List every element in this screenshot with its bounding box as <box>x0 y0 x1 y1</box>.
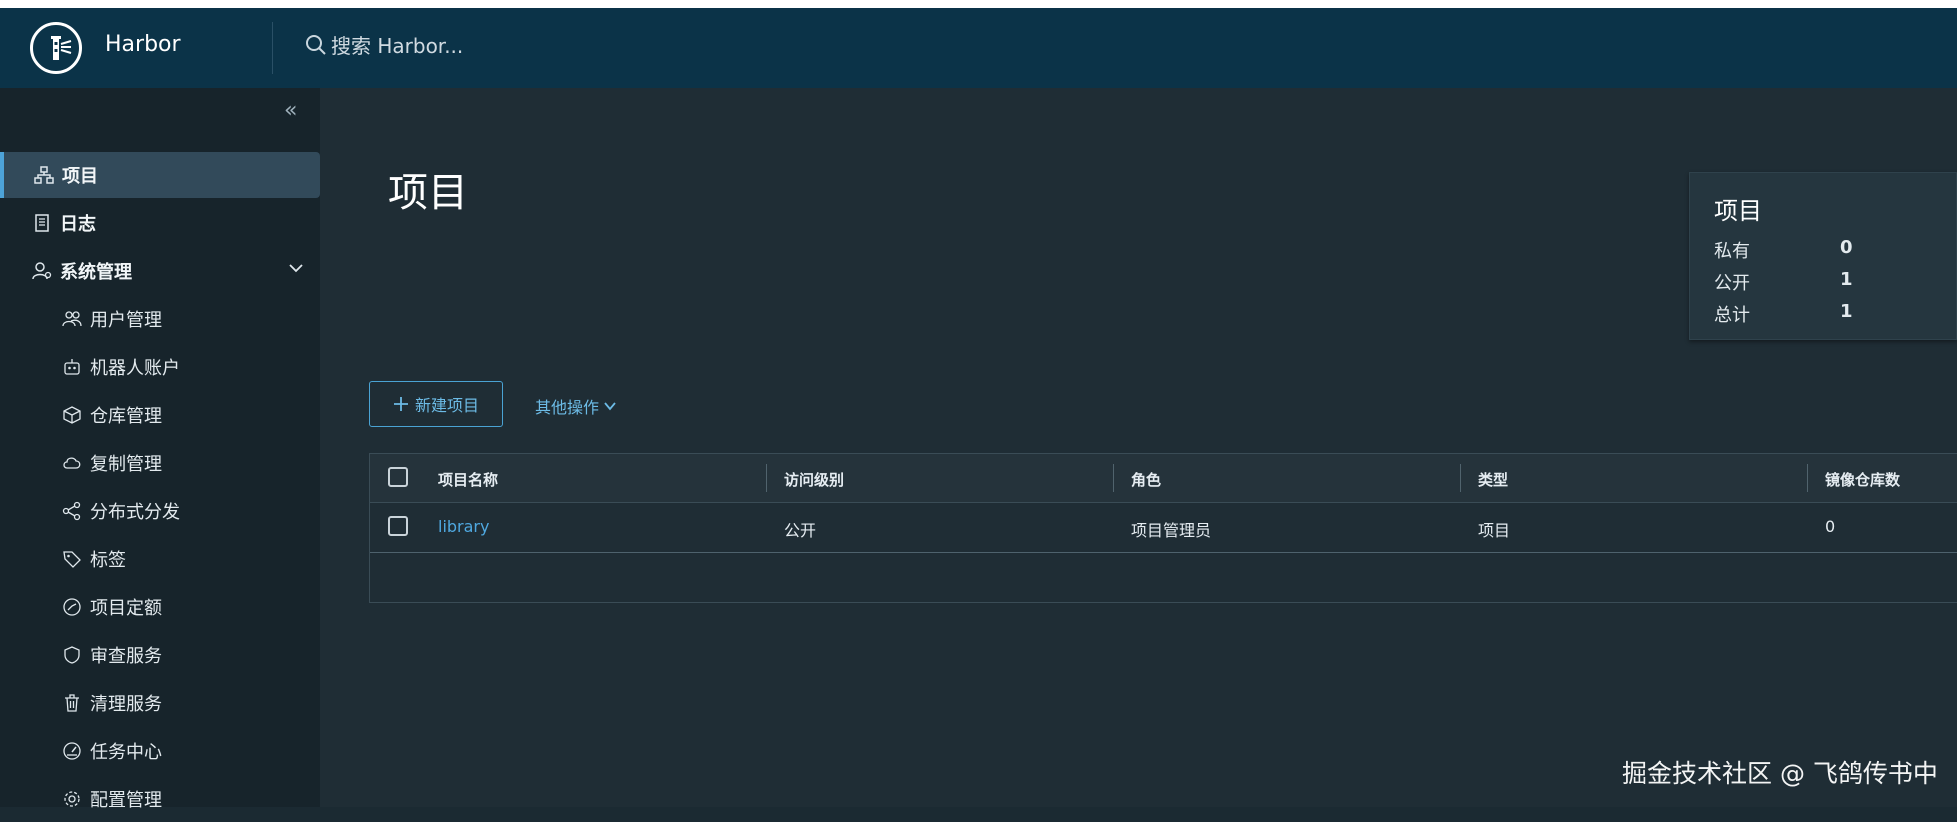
summary-title: 项目 <box>1714 197 1762 225</box>
column-header-access[interactable]: 访问级别 <box>784 469 844 490</box>
sidebar-item-jobs[interactable]: 任务中心 <box>0 728 320 774</box>
role-cell: 项目管理员 <box>1131 521 1212 540</box>
summary-label: 总计 <box>1714 305 1750 326</box>
column-header-type[interactable]: 类型 <box>1478 469 1508 490</box>
summary-value: 0 <box>1840 237 1853 258</box>
registry-icon <box>60 403 84 427</box>
shield-icon <box>60 643 84 667</box>
projects-icon <box>32 163 56 187</box>
collapse-sidebar-icon[interactable]: « <box>284 98 297 123</box>
app-header: Harbor 搜索 Harbor... <box>0 8 1957 88</box>
table-header: 项目名称 访问级别 角色 类型 镜像仓库数 <box>370 454 1957 503</box>
replication-icon <box>60 451 84 475</box>
global-search[interactable]: 搜索 Harbor... <box>305 30 463 59</box>
chevron-down-icon <box>604 402 616 411</box>
column-header-role[interactable]: 角色 <box>1131 469 1161 490</box>
summary-label: 私有 <box>1714 241 1750 262</box>
users-icon <box>60 307 84 331</box>
new-project-button[interactable]: 新建项目 <box>369 381 503 427</box>
summary-row-public: 公开 1 <box>1714 269 1934 295</box>
column-separator[interactable] <box>1113 464 1114 492</box>
sidebar-item-interrogation[interactable]: 审查服务 <box>0 632 320 678</box>
sidebar-item-logs[interactable]: 日志 <box>0 200 320 246</box>
sidebar-item-cleanup[interactable]: 清理服务 <box>0 680 320 726</box>
top-strip <box>0 0 1957 8</box>
project-name-link[interactable]: library <box>438 517 489 536</box>
page-title: 项目 <box>388 170 468 216</box>
sidebar-item-label: 系统管理 <box>60 262 132 283</box>
harbor-logo[interactable] <box>30 22 82 74</box>
watermark: 掘金技术社区 @ 飞鸽传书中 <box>1622 759 1938 788</box>
access-level-cell: 公开 <box>784 521 817 540</box>
brand-name[interactable]: Harbor <box>105 32 181 57</box>
select-all-checkbox[interactable] <box>388 467 408 487</box>
admin-icon <box>30 259 54 283</box>
column-separator[interactable] <box>1807 464 1808 492</box>
sidebar-item-labels[interactable]: 标签 <box>0 536 320 582</box>
search-input[interactable]: 搜索 Harbor... <box>331 30 463 59</box>
chevron-down-icon[interactable] <box>288 260 304 281</box>
new-project-label: 新建项目 <box>414 396 479 415</box>
dashboard-icon <box>60 739 84 763</box>
share-icon <box>60 499 84 523</box>
sidebar-item-label: 任务中心 <box>90 742 162 763</box>
column-separator[interactable] <box>766 464 767 492</box>
project-summary-card: 项目 私有 0 公开 1 总计 1 <box>1689 172 1957 340</box>
header-divider <box>272 22 273 74</box>
column-separator[interactable] <box>1460 464 1461 492</box>
summary-row-total: 总计 1 <box>1714 301 1934 327</box>
logs-icon <box>30 211 54 235</box>
sidebar-item-quotas[interactable]: 项目定额 <box>0 584 320 630</box>
more-actions-dropdown[interactable]: 其他操作 <box>535 394 617 418</box>
sidebar: « 项目 日志 系统管理 用户管理 机器人账户 仓库管理 复制管理 分布式分发 … <box>0 88 320 811</box>
main-content: 项目 项目 私有 0 公开 1 总计 1 新建项目 其他操作 项目名称 访问级别… <box>320 88 1957 807</box>
sidebar-item-projects[interactable]: 项目 <box>0 152 320 198</box>
sidebar-item-config[interactable]: 配置管理 <box>0 776 320 822</box>
table-row: library 公开 项目管理员 项目 0 <box>370 502 1957 553</box>
sidebar-item-label: 标签 <box>90 550 126 571</box>
search-icon <box>306 34 326 55</box>
type-cell: 项目 <box>1478 521 1511 540</box>
sidebar-item-distribution[interactable]: 分布式分发 <box>0 488 320 534</box>
repo-count-cell: 0 <box>1825 517 1836 536</box>
trash-icon <box>60 691 84 715</box>
sidebar-item-label: 配置管理 <box>90 790 162 811</box>
sidebar-item-label: 用户管理 <box>90 310 162 331</box>
sidebar-item-admin[interactable]: 系统管理 <box>0 248 320 294</box>
summary-label: 公开 <box>1714 273 1750 294</box>
sidebar-item-robot[interactable]: 机器人账户 <box>0 344 320 390</box>
gear-icon <box>60 787 84 811</box>
sidebar-item-registries[interactable]: 仓库管理 <box>0 392 320 438</box>
lighthouse-icon <box>51 36 72 60</box>
sidebar-item-label: 机器人账户 <box>90 358 180 379</box>
sidebar-item-users[interactable]: 用户管理 <box>0 296 320 342</box>
sidebar-item-label: 清理服务 <box>90 694 162 715</box>
summary-value: 1 <box>1840 301 1853 322</box>
projects-table: 项目名称 访问级别 角色 类型 镜像仓库数 library 公开 项目管理员 项… <box>369 453 1957 603</box>
sidebar-item-label: 复制管理 <box>90 454 162 475</box>
sidebar-item-label: 分布式分发 <box>90 502 180 523</box>
sidebar-item-label: 审查服务 <box>90 646 162 667</box>
column-header-name[interactable]: 项目名称 <box>438 469 498 490</box>
tag-icon <box>60 547 84 571</box>
sidebar-item-label: 仓库管理 <box>90 406 162 427</box>
sidebar-item-replication[interactable]: 复制管理 <box>0 440 320 486</box>
more-actions-label: 其他操作 <box>535 398 600 417</box>
column-header-repos[interactable]: 镜像仓库数 <box>1825 469 1900 490</box>
robot-icon <box>60 355 84 379</box>
plus-icon <box>393 397 408 411</box>
summary-row-private: 私有 0 <box>1714 237 1934 263</box>
sidebar-item-label: 项目 <box>62 166 98 187</box>
summary-value: 1 <box>1840 269 1853 290</box>
sidebar-item-label: 项目定额 <box>90 598 162 619</box>
row-checkbox[interactable] <box>388 516 408 536</box>
sidebar-item-label: 日志 <box>60 214 96 235</box>
quota-icon <box>60 595 84 619</box>
